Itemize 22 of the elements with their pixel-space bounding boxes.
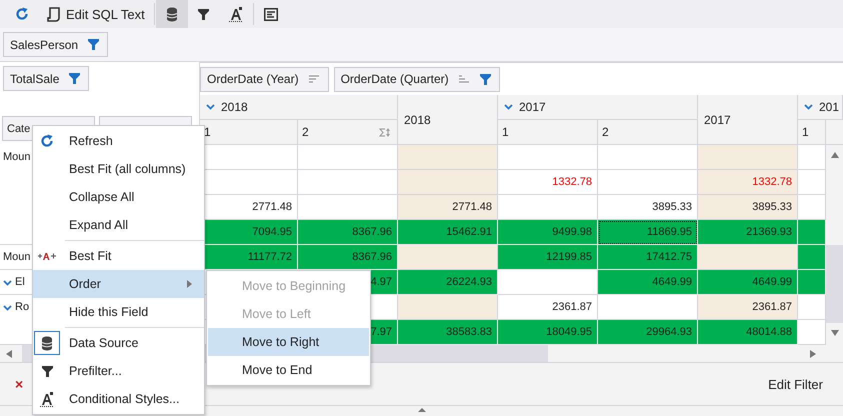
data-cell: 3895.33 (698, 195, 798, 220)
data-cell: 26224.93 (398, 270, 498, 295)
data-cell: 1332.78 (698, 170, 798, 195)
data-cell: 8367.96 (298, 245, 398, 270)
data-cell: 21369.93 (698, 220, 798, 245)
data-cell: 2361.87 (698, 295, 798, 320)
data-cell: 12199.85 (498, 245, 598, 270)
data-cell: 8367.96 (298, 220, 398, 245)
data-cell: 18049.95 (498, 320, 598, 345)
data-cell: 2361.87 (498, 295, 598, 320)
data-cell: 11869.95 (598, 220, 698, 245)
data-cell: 17412.75 (598, 245, 698, 270)
data-cell: 4649.99 (598, 270, 698, 295)
data-cell: 38583.83 (398, 320, 498, 345)
data-cell: 9499.98 (498, 220, 598, 245)
data-cell: 1332.78 (498, 170, 598, 195)
data-cell: 3895.33 (598, 195, 698, 220)
data-cell: 4649.99 (698, 270, 798, 295)
data-cell: 29964.93 (598, 320, 698, 345)
data-cell: 2771.48 (398, 195, 498, 220)
data-cell: 48014.88 (698, 320, 798, 345)
data-cell: 15462.91 (398, 220, 498, 245)
